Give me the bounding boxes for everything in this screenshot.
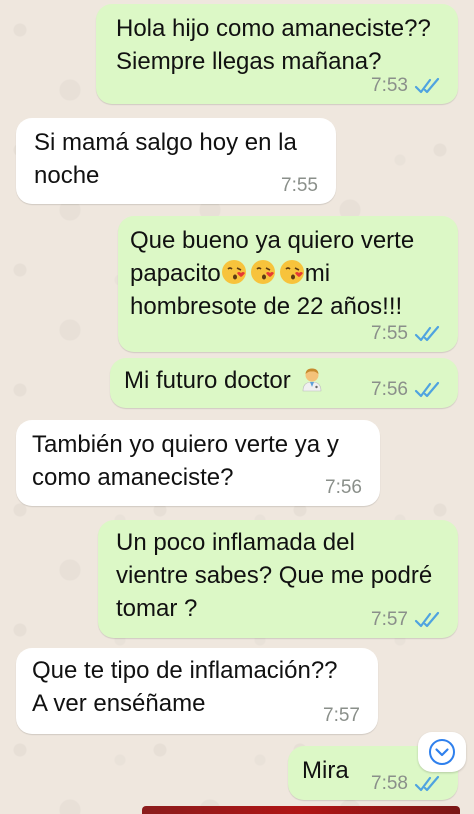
message-line: Que bueno ya quiero verte — [130, 227, 415, 254]
message-text: Que bueno ya quiero verte papacito mi hom… — [130, 224, 414, 323]
message-meta: 7:57 — [371, 610, 442, 630]
message-incoming[interactable]: Si mamá salgo hoy en la noche 7:55 — [16, 118, 336, 204]
message-meta: 7:57 — [323, 706, 360, 726]
message-outgoing[interactable]: Que bueno ya quiero verte papacito mi hom… — [118, 216, 458, 352]
message-segment: Mi futuro doctor — [124, 367, 291, 394]
message-time: 7:57 — [323, 705, 360, 726]
double-check-icon — [414, 381, 440, 398]
message-meta: 7:53 — [371, 76, 442, 96]
double-check-icon — [414, 77, 440, 94]
kiss-emoji — [221, 260, 246, 284]
message-line: hombresote de 22 años!!! — [130, 293, 403, 320]
message-segment: papacito — [130, 260, 221, 287]
image-message-preview[interactable] — [142, 806, 460, 814]
chevron-down-circle-icon — [429, 739, 455, 765]
message-text: Que te tipo de inflamación?? A ver enséñ… — [32, 657, 338, 717]
message-outgoing[interactable]: Un poco inflamada del vientre sabes? Que… — [98, 520, 458, 638]
message-text: Hola hijo como amaneciste?? Siempre lleg… — [116, 15, 431, 75]
message-line: papacito mi — [130, 257, 414, 290]
message-outgoing[interactable]: Hola hijo como amaneciste?? Siempre lleg… — [96, 4, 458, 104]
message-meta: 7:55 — [281, 176, 318, 196]
message-incoming[interactable]: Que te tipo de inflamación?? A ver enséñ… — [16, 648, 378, 734]
double-check-icon — [414, 611, 440, 628]
message-segment: mi — [304, 260, 331, 287]
message-meta: 7:58 — [371, 774, 442, 794]
kiss-emoji — [279, 260, 304, 284]
message-time: 7:53 — [371, 75, 408, 96]
message-time: 7:55 — [371, 323, 408, 344]
double-check-icon — [414, 325, 440, 342]
kiss-emoji — [250, 260, 275, 284]
message-time: 7:56 — [371, 379, 408, 400]
message-meta: 7:55 — [371, 324, 442, 344]
message-time: 7:56 — [325, 477, 362, 498]
message-time: 7:55 — [281, 175, 318, 196]
message-text: También yo quiero verte ya y como amanec… — [32, 431, 339, 491]
message-meta: 7:56 — [325, 478, 362, 498]
message-outgoing[interactable]: Mi futuro doctor 7:56 — [110, 358, 458, 408]
doctor-emoji — [303, 368, 322, 392]
message-time: 7:58 — [371, 773, 408, 794]
message-meta: 7:56 — [371, 380, 442, 400]
scroll-to-bottom-button[interactable] — [418, 732, 466, 772]
message-text: Mira — [302, 757, 349, 784]
chat-area[interactable]: Hola hijo como amaneciste?? Siempre lleg… — [0, 0, 474, 814]
double-check-icon — [414, 775, 440, 792]
message-text: Si mamá salgo hoy en la noche — [34, 129, 297, 189]
message-time: 7:57 — [371, 609, 408, 630]
message-text: Mi futuro doctor — [124, 364, 325, 397]
message-incoming[interactable]: También yo quiero verte ya y como amanec… — [16, 420, 380, 506]
